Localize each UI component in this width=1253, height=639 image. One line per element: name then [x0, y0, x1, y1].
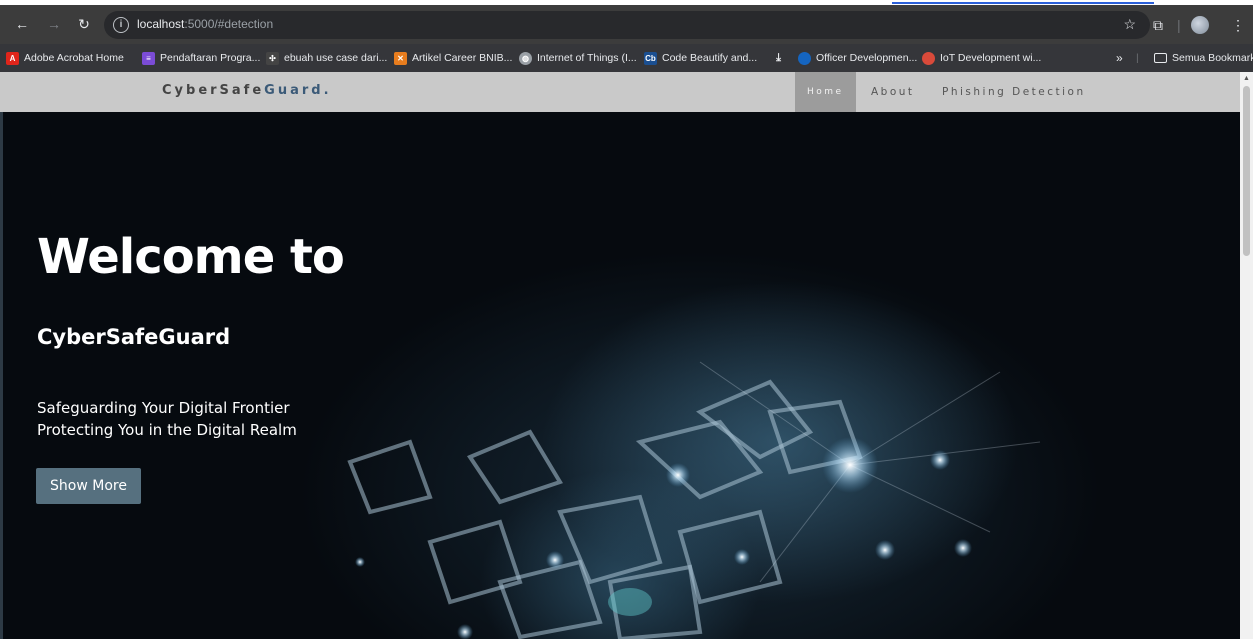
reload-icon[interactable]: ↻: [74, 14, 94, 34]
download-icon: ⤓: [776, 51, 781, 64]
hero-tagline-line-1: Safeguarding Your Digital Frontier: [37, 399, 290, 417]
hero-tagline-line-2: Protecting You in the Digital Realm: [37, 421, 297, 439]
extensions-icon[interactable]: ⧉: [1153, 15, 1163, 35]
page-scrollbar[interactable]: ▲: [1240, 72, 1253, 639]
address-url[interactable]: localhost:5000/#detection: [137, 17, 273, 31]
left-edge-shade: [0, 112, 3, 639]
folder-label: Semua Bookmark: [1172, 52, 1253, 64]
site-navbar: CyberSafeGuard. Home About Phishing Dete…: [0, 72, 1240, 112]
hero-subtitle: CyberSafeGuard: [37, 325, 231, 349]
partial-link-underline: [892, 2, 1154, 4]
address-bar[interactable]: i localhost:5000/#detection ☆: [104, 11, 1150, 39]
iot-icon: [922, 51, 935, 65]
bookmark-item[interactable]: ◍ Internet of Things (I...: [519, 50, 637, 66]
list-icon: ≡: [142, 51, 155, 65]
logo-main: CyberSafe: [162, 83, 265, 98]
logo-accent: Guard.: [264, 83, 332, 98]
bookmark-item[interactable]: Officer Developmen...: [798, 50, 917, 66]
browser-chrome: ← → ↻ i localhost:5000/#detection ☆ ⧉ | …: [0, 5, 1253, 72]
menu-kebab-icon[interactable]: ⋮: [1231, 15, 1245, 35]
scrollbar-thumb[interactable]: [1243, 86, 1250, 256]
show-more-button[interactable]: Show More: [36, 468, 141, 504]
bookmarks-divider: |: [1136, 52, 1139, 64]
url-path: :5000/#detection: [184, 17, 274, 31]
scroll-up-arrow-icon[interactable]: ▲: [1243, 75, 1250, 82]
all-bookmarks-folder[interactable]: Semua Bookmark: [1154, 50, 1253, 66]
bookmark-label: Adobe Acrobat Home: [24, 52, 124, 64]
bookmark-item[interactable]: A Adobe Acrobat Home: [6, 50, 124, 66]
url-host: localhost: [137, 17, 185, 31]
bookmark-item[interactable]: ✕ Artikel Career BNIB...: [394, 50, 512, 66]
website-viewport: CyberSafeGuard. Home About Phishing Dete…: [0, 72, 1253, 639]
forward-arrow-icon[interactable]: →: [44, 14, 64, 34]
profile-avatar-icon[interactable]: [1191, 16, 1209, 34]
bookmark-label: Artikel Career BNIB...: [412, 52, 513, 64]
bookmark-item[interactable]: ⤓: [772, 50, 790, 66]
back-arrow-icon[interactable]: ←: [12, 14, 32, 34]
globe-icon: ◍: [519, 51, 532, 65]
hero-tagline: Safeguarding Your Digital Frontier Prote…: [37, 397, 297, 441]
site-logo[interactable]: CyberSafeGuard.: [162, 83, 332, 98]
bookmark-item[interactable]: IoT Development wi...: [922, 50, 1041, 66]
divider-icon: |: [1177, 17, 1181, 33]
grid-icon: ✣: [266, 51, 279, 65]
nav-about[interactable]: About: [871, 72, 915, 112]
folder-icon: [1154, 53, 1167, 63]
bookmark-label: Code Beautify and...: [662, 52, 758, 64]
bookmark-item[interactable]: ✣ ebuah use case dari...: [266, 50, 387, 66]
bookmark-item[interactable]: Cb Code Beautify and...: [644, 50, 757, 66]
nav-phishing-detection[interactable]: Phishing Detection: [942, 72, 1086, 112]
bnib-icon: ✕: [394, 51, 407, 65]
cb-icon: Cb: [644, 51, 657, 65]
bookmark-item[interactable]: ≡ Pendaftaran Progra...: [142, 50, 260, 66]
bookmark-star-icon[interactable]: ☆: [1123, 16, 1136, 33]
bookmark-label: ebuah use case dari...: [284, 52, 388, 64]
officer-icon: [798, 51, 811, 65]
toolbar-right-icons: ⧉ | ⋮: [1143, 5, 1253, 44]
hero-title: Welcome to: [37, 229, 345, 285]
bookmarks-bar: A Adobe Acrobat Home ≡ Pendaftaran Progra.…: [0, 44, 1253, 72]
bookmark-label: Officer Developmen...: [816, 52, 918, 64]
adobe-icon: A: [6, 51, 19, 65]
hero-section: Welcome to CyberSafeGuard Safeguarding Y…: [0, 112, 1240, 639]
nav-home[interactable]: Home: [795, 72, 856, 112]
bookmark-label: Internet of Things (I...: [537, 52, 637, 64]
browser-toolbar: ← → ↻ i localhost:5000/#detection ☆ ⧉ | …: [0, 5, 1253, 44]
bookmarks-overflow-button[interactable]: »: [1116, 50, 1123, 66]
hero-background-graphic: [347, 361, 1041, 639]
site-info-icon[interactable]: i: [113, 17, 129, 33]
bookmark-label: IoT Development wi...: [940, 52, 1042, 64]
bookmark-label: Pendaftaran Progra...: [160, 52, 261, 64]
